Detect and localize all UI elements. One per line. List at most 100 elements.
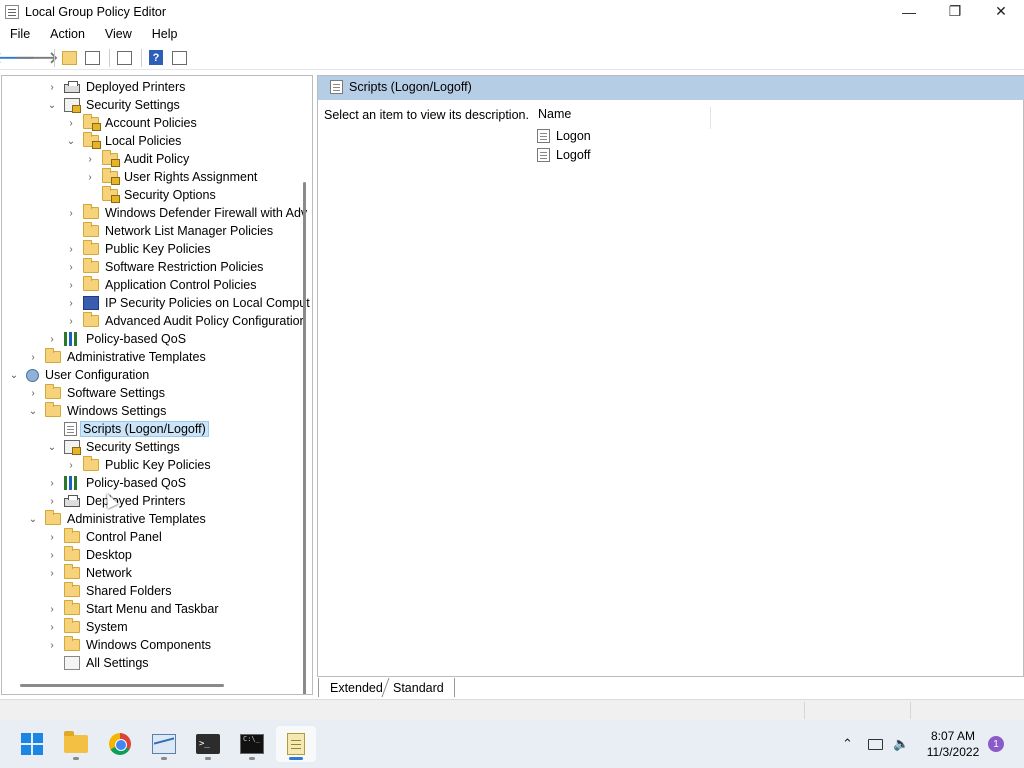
expand-chevron-icon[interactable]: ›	[65, 315, 77, 327]
taskbar-performance-monitor[interactable]	[144, 726, 184, 762]
minimize-button[interactable]: —	[886, 0, 932, 23]
tree-item[interactable]: › Public Key Policies	[65, 456, 211, 474]
forward-button[interactable]: 🡒	[16, 48, 59, 68]
column-header-name[interactable]: Name	[537, 107, 711, 129]
tree-item[interactable]: › Application Control Policies	[65, 276, 256, 294]
collapse-chevron-icon[interactable]: ⌄	[27, 405, 39, 417]
tree-item[interactable]: › Policy-based QoS	[46, 330, 186, 348]
expand-chevron-icon[interactable]: ›	[84, 171, 96, 183]
menu-view[interactable]: View	[95, 24, 142, 44]
console-tree[interactable]: › Deployed Printers ⌄ Security Settings …	[1, 75, 313, 695]
taskbar-file-explorer[interactable]	[56, 726, 96, 762]
tree-item[interactable]: › Windows Defender Firewall with Adv	[65, 204, 307, 222]
expand-chevron-icon[interactable]: ›	[65, 207, 77, 219]
tree-item[interactable]: › Administrative Templates	[27, 348, 206, 366]
expand-chevron-icon[interactable]: ›	[46, 81, 58, 93]
volume-button[interactable]: 🔈	[893, 720, 909, 768]
expand-chevron-icon[interactable]: ›	[84, 153, 96, 165]
taskbar-terminal[interactable]: >_	[188, 726, 228, 762]
tree-item[interactable]: › Deployed Printers	[46, 78, 185, 96]
collapse-chevron-icon[interactable]: ⌄	[65, 135, 77, 147]
expand-chevron-icon[interactable]: ›	[46, 549, 58, 561]
folder-icon	[64, 636, 80, 651]
collapse-chevron-icon[interactable]: ⌄	[27, 513, 39, 525]
notification-badge[interactable]: 1	[988, 736, 1004, 752]
expand-chevron-icon[interactable]: ›	[46, 495, 58, 507]
menu-action[interactable]: Action	[40, 24, 95, 44]
tree-item[interactable]: Shared Folders	[46, 582, 171, 600]
file-explorer-icon	[64, 731, 88, 753]
tab-extended[interactable]: Extended	[318, 678, 391, 697]
tree-item[interactable]: › Policy-based QoS	[46, 474, 186, 492]
expand-chevron-icon[interactable]: ›	[46, 531, 58, 543]
tree-item[interactable]: ⌄ Security Settings	[46, 96, 180, 114]
tree-item[interactable]: ⌄ Local Policies	[65, 132, 181, 150]
tree-item[interactable]: › Control Panel	[46, 528, 162, 546]
expand-chevron-icon[interactable]: ›	[46, 567, 58, 579]
network-button[interactable]	[868, 720, 883, 768]
tree-item[interactable]: › Audit Policy	[84, 150, 189, 168]
export-list-button[interactable]	[114, 48, 134, 68]
collapse-chevron-icon[interactable]: ⌄	[8, 369, 20, 381]
tree-item[interactable]: › Account Policies	[65, 114, 197, 132]
list-item-logoff[interactable]: Logoff	[537, 146, 591, 164]
tree-item-label: Security Options	[124, 188, 216, 202]
tree-item[interactable]: Network List Manager Policies	[65, 222, 273, 240]
close-button[interactable]: ✕	[978, 0, 1024, 23]
tree-item[interactable]: ⌄ User Configuration	[8, 366, 149, 384]
taskbar-chrome[interactable]	[100, 726, 140, 762]
tree-item[interactable]: › System	[46, 618, 128, 636]
tree-item-label: Deployed Printers	[86, 80, 186, 94]
expand-chevron-icon[interactable]: ›	[65, 297, 77, 309]
expand-chevron-icon[interactable]: ›	[65, 117, 77, 129]
tree-item[interactable]: › Network	[46, 564, 132, 582]
tree-item[interactable]: ⌄ Windows Settings	[27, 402, 166, 420]
tree-item[interactable]: › Advanced Audit Policy Configuratior	[65, 312, 304, 330]
tree-item[interactable]: › IP Security Policies on Local Comput	[65, 294, 310, 312]
expand-chevron-icon[interactable]: ›	[65, 279, 77, 291]
expand-chevron-icon[interactable]: ›	[27, 387, 39, 399]
menu-help[interactable]: Help	[142, 24, 188, 44]
show-hide-console-tree-button[interactable]	[82, 48, 102, 68]
menu-file[interactable]: File	[0, 24, 40, 44]
expand-chevron-icon[interactable]: ›	[46, 333, 58, 345]
expand-chevron-icon[interactable]: ›	[46, 477, 58, 489]
tree-item[interactable]: Security Options	[84, 186, 216, 204]
expand-chevron-icon[interactable]: ›	[65, 261, 77, 273]
collapse-chevron-icon[interactable]: ⌄	[46, 441, 58, 453]
up-one-level-button[interactable]	[59, 48, 79, 68]
tab-standard[interactable]: Standard	[387, 678, 455, 697]
tree-item[interactable]: › Windows Components	[46, 636, 211, 654]
clock[interactable]: 8:07 AM 11/3/2022	[918, 728, 988, 760]
show-hidden-icons-button[interactable]: ⌃	[842, 720, 853, 768]
tree-item[interactable]: All Settings	[46, 654, 149, 672]
expand-chevron-icon[interactable]: ›	[27, 351, 39, 363]
folder-icon	[45, 510, 61, 525]
expand-chevron-icon[interactable]: ›	[46, 621, 58, 633]
tree-item[interactable]: ⌄ Administrative Templates	[27, 510, 206, 528]
maximize-button[interactable]: ❐	[932, 0, 978, 23]
taskbar-notepad[interactable]	[276, 726, 316, 762]
tree-item[interactable]: › Public Key Policies	[65, 240, 211, 258]
collapse-chevron-icon[interactable]: ⌄	[46, 99, 58, 111]
tree-item[interactable]: › Start Menu and Taskbar	[46, 600, 218, 618]
tree-item[interactable]: › Desktop	[46, 546, 132, 564]
horizontal-scrollbar[interactable]	[20, 684, 224, 687]
forward-arrow-icon: 🡒	[15, 50, 59, 67]
expand-chevron-icon[interactable]: ›	[46, 639, 58, 651]
tree-item[interactable]: › Software Restriction Policies	[65, 258, 263, 276]
help-button[interactable]: ?	[146, 48, 166, 68]
vertical-scrollbar[interactable]	[303, 182, 306, 694]
tree-item-selected[interactable]: Scripts (Logon/Logoff)	[46, 420, 209, 438]
show-hide-action-pane-button[interactable]	[169, 48, 189, 68]
expand-chevron-icon[interactable]: ›	[65, 459, 77, 471]
taskbar-command-prompt[interactable]: C:\_	[232, 726, 272, 762]
start-button[interactable]	[12, 726, 52, 762]
expand-chevron-icon[interactable]: ›	[46, 603, 58, 615]
tree-item[interactable]: › User Rights Assignment	[84, 168, 257, 186]
list-item-logon[interactable]: Logon	[537, 127, 591, 145]
tree-item[interactable]: › Software Settings	[27, 384, 165, 402]
tree-item[interactable]: ⌄ Security Settings	[46, 438, 180, 456]
terminal-icon: >_	[196, 734, 220, 754]
expand-chevron-icon[interactable]: ›	[65, 243, 77, 255]
